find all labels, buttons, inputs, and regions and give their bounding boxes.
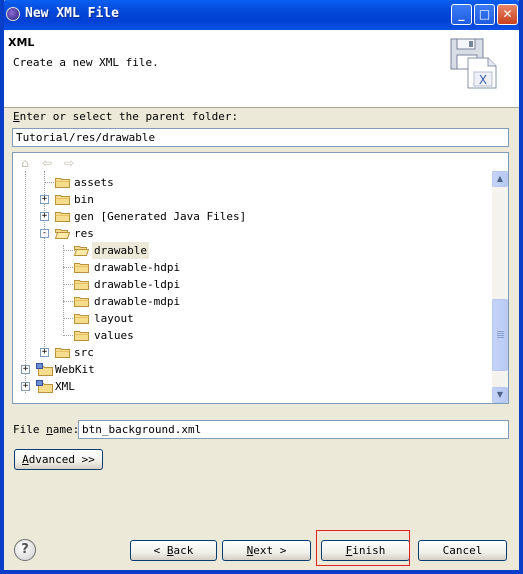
tree-item-xml[interactable]: + XML <box>13 378 483 395</box>
folder-tree[interactable]: ⌂ ⇦ ⇨ assets + bin + gen [Generated Java… <box>12 152 509 404</box>
tree-item-drawable-hdpi[interactable]: drawable-hdpi <box>13 259 483 276</box>
help-icon[interactable]: ? <box>14 539 36 561</box>
folder-icon <box>74 297 89 307</box>
tree-item-label: WebKit <box>55 363 95 376</box>
parent-folder-mnemonic: E <box>13 110 20 123</box>
scroll-down-button[interactable]: ▼ <box>492 387 508 403</box>
expand-toggle[interactable]: + <box>21 365 30 374</box>
tree-item-gen[interactable]: + gen [Generated Java Files] <box>13 208 483 225</box>
scroll-up-button[interactable]: ▲ <box>492 171 508 187</box>
tree-item-label: gen [Generated Java Files] <box>74 210 247 223</box>
tree-item-label: values <box>94 329 134 342</box>
file-name-input[interactable]: btn_background.xml <box>78 420 509 439</box>
tree-item-label: drawable <box>92 242 149 259</box>
tree-item-drawable[interactable]: drawable <box>13 242 483 259</box>
parent-folder-input[interactable]: Tutorial/res/drawable <box>12 128 509 147</box>
tree-vertical-scrollbar[interactable]: ▲ ▼ <box>492 171 508 403</box>
minimize-button[interactable]: _ <box>451 4 472 25</box>
folder-icon <box>74 280 89 290</box>
parent-folder-label: Enter or select the parent folder: <box>13 110 239 123</box>
window-title: New XML File <box>25 6 119 21</box>
tree-item-label: drawable-mdpi <box>94 295 181 308</box>
file-name-label: File name: <box>13 423 80 436</box>
tree-item-values[interactable]: values <box>13 327 483 344</box>
tree-item-label: drawable-hdpi <box>94 261 181 274</box>
banner-title: XML <box>8 36 35 49</box>
tree-item-drawable-mdpi[interactable]: drawable-mdpi <box>13 293 483 310</box>
tree-item-drawable-ldpi[interactable]: drawable-ldpi <box>13 276 483 293</box>
expand-toggle[interactable]: + <box>40 195 49 204</box>
folder-icon <box>55 348 70 358</box>
collapse-toggle[interactable]: - <box>40 229 49 238</box>
open-folder-icon <box>74 246 89 256</box>
project-folder-icon <box>36 380 53 393</box>
folder-icon <box>74 263 89 273</box>
new-xml-file-wizard-icon: X <box>450 38 497 89</box>
back-arrow-icon[interactable]: ⇦ <box>39 155 55 171</box>
project-folder-icon <box>36 363 53 376</box>
back-button[interactable]: < Back <box>130 540 217 561</box>
tree-item-label: src <box>74 346 94 359</box>
tree-item-label: XML <box>55 380 75 393</box>
expand-toggle[interactable]: + <box>40 212 49 221</box>
folder-icon <box>55 178 70 188</box>
folder-icon <box>74 314 89 324</box>
wizard-banner: XML Create a new XML file. X <box>4 30 519 108</box>
tree-item-layout[interactable]: layout <box>13 310 483 327</box>
banner-description: Create a new XML file. <box>13 56 159 69</box>
cancel-button[interactable]: Cancel <box>418 540 507 561</box>
open-folder-icon <box>55 229 70 239</box>
maximize-button[interactable]: □ <box>474 4 495 25</box>
close-button[interactable]: ✕ <box>497 4 518 25</box>
eclipse-app-icon[interactable] <box>6 7 20 21</box>
folder-icon <box>55 195 70 205</box>
tree-item-assets[interactable]: assets <box>13 174 483 191</box>
expand-toggle[interactable]: + <box>40 348 49 357</box>
tree-item-src[interactable]: + src <box>13 344 483 361</box>
next-button[interactable]: Next > <box>222 540 311 561</box>
tree-item-res[interactable]: - res <box>13 225 483 242</box>
tree-item-label: drawable-ldpi <box>94 278 181 291</box>
scroll-thumb[interactable] <box>492 299 508 371</box>
tree-item-webkit[interactable]: + WebKit <box>13 361 483 378</box>
finish-highlight-box <box>316 530 410 566</box>
folder-icon <box>74 331 89 341</box>
forward-arrow-icon[interactable]: ⇨ <box>61 155 77 171</box>
svg-text:X: X <box>479 73 487 87</box>
tree-item-label: bin <box>74 193 94 206</box>
tree-item-label: layout <box>94 312 134 325</box>
home-icon[interactable]: ⌂ <box>17 155 33 171</box>
title-bar[interactable]: New XML File _ □ ✕ <box>0 0 523 30</box>
expand-toggle[interactable]: + <box>21 382 30 391</box>
folder-icon <box>55 212 70 222</box>
tree-item-bin[interactable]: + bin <box>13 191 483 208</box>
advanced-button[interactable]: Advanced >> <box>14 449 103 470</box>
tree-item-label: assets <box>74 176 114 189</box>
tree-item-label: res <box>74 227 94 240</box>
